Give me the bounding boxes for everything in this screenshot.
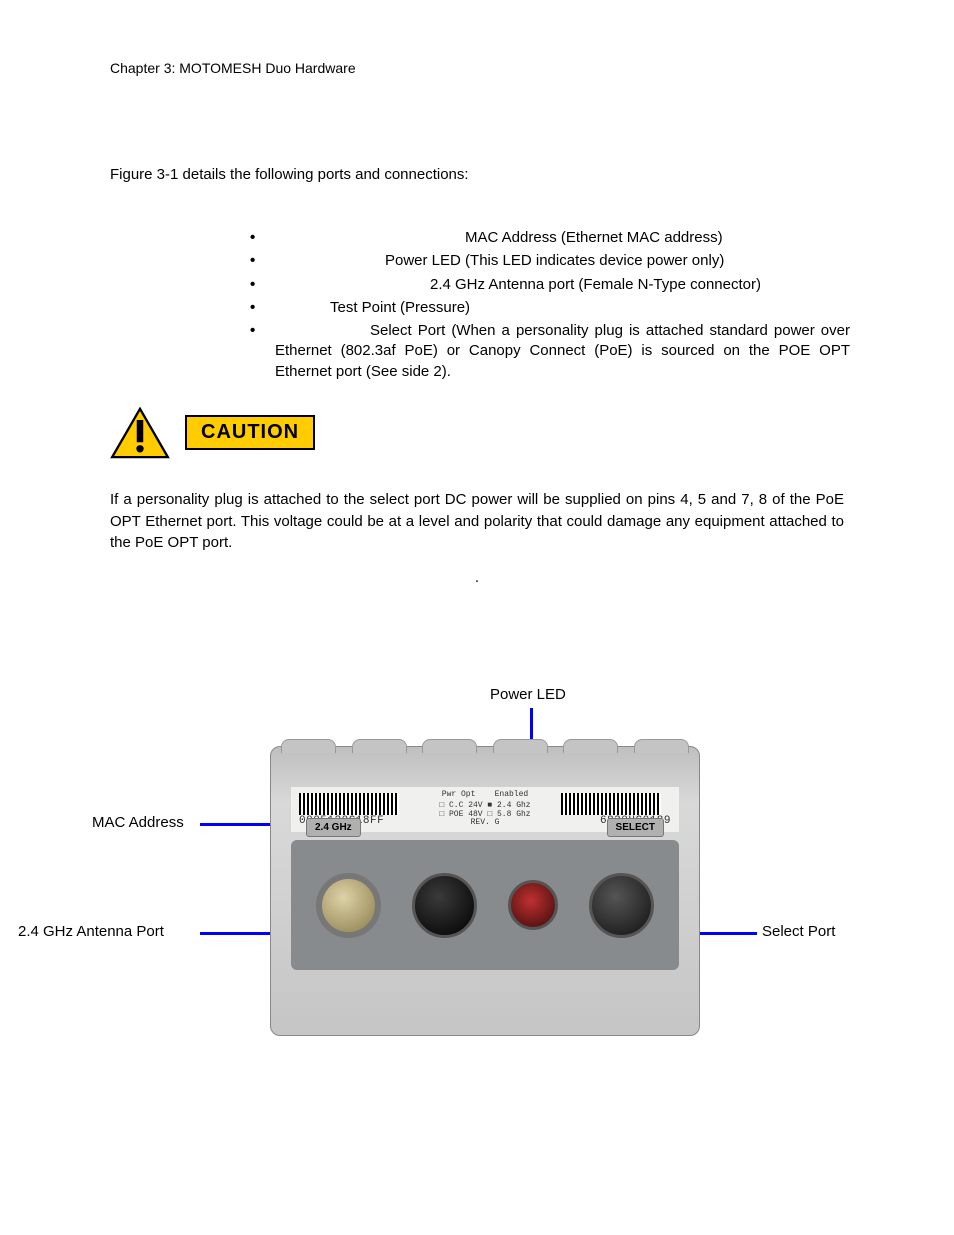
device-top-ridges <box>281 739 689 753</box>
list-item-text: Select Port (When a personality plug is … <box>275 322 850 380</box>
power-led-indicator <box>508 880 558 930</box>
stray-period: . <box>110 569 844 586</box>
device-enclosure: 0005120C18FF Pwr Opt Enabled □ C.C 24V ■… <box>270 746 700 1036</box>
list-item: MAC Address (Ethernet MAC address) <box>250 228 850 248</box>
list-item-text: MAC Address (Ethernet MAC address) <box>465 229 723 246</box>
barcode-icon <box>561 793 661 815</box>
callout-select-port: Select Port <box>762 923 835 940</box>
test-point-connector <box>412 873 477 938</box>
list-item-text: Test Point (Pressure) <box>330 299 470 316</box>
chapter-header: Chapter 3: MOTOMESH Duo Hardware <box>110 60 844 76</box>
list-item: Select Port (When a personality plug is … <box>250 321 850 382</box>
caution-body-text: If a personality plug is attached to the… <box>110 489 844 554</box>
intro-text: Figure 3-1 details the following ports a… <box>110 166 844 183</box>
callout-antenna-port: 2.4 GHz Antenna Port <box>18 923 164 940</box>
list-item: 2.4 GHz Antenna port (Female N-Type conn… <box>250 275 850 295</box>
caution-row: CAUTION <box>110 407 844 459</box>
barcode-icon <box>299 793 399 815</box>
device-label-mid: Pwr Opt Enabled □ C.C 24V ■ 2.4 Ghz □ PO… <box>409 791 561 828</box>
device-port-row: 2.4 GHz SELECT <box>291 840 679 970</box>
antenna-connector <box>316 873 381 938</box>
list-item-text: Power LED (This LED indicates device pow… <box>385 252 724 269</box>
select-port-connector <box>589 873 654 938</box>
warning-triangle-icon <box>110 407 170 459</box>
callout-mac-address: MAC Address <box>92 814 184 831</box>
list-item: Power LED (This LED indicates device pow… <box>250 251 850 271</box>
list-item: Test Point (Pressure) <box>250 298 850 318</box>
ports-list: MAC Address (Ethernet MAC address) Power… <box>250 228 850 382</box>
port-badge-select: SELECT <box>607 818 664 837</box>
list-item-text: 2.4 GHz Antenna port (Female N-Type conn… <box>430 276 761 293</box>
callout-power-led: Power LED <box>490 686 566 703</box>
port-badge-24ghz: 2.4 GHz <box>306 818 361 837</box>
figure-3-1: Power LED MAC Address 2.4 GHz Antenna Po… <box>110 686 844 1106</box>
caution-label-box: CAUTION <box>185 415 315 450</box>
